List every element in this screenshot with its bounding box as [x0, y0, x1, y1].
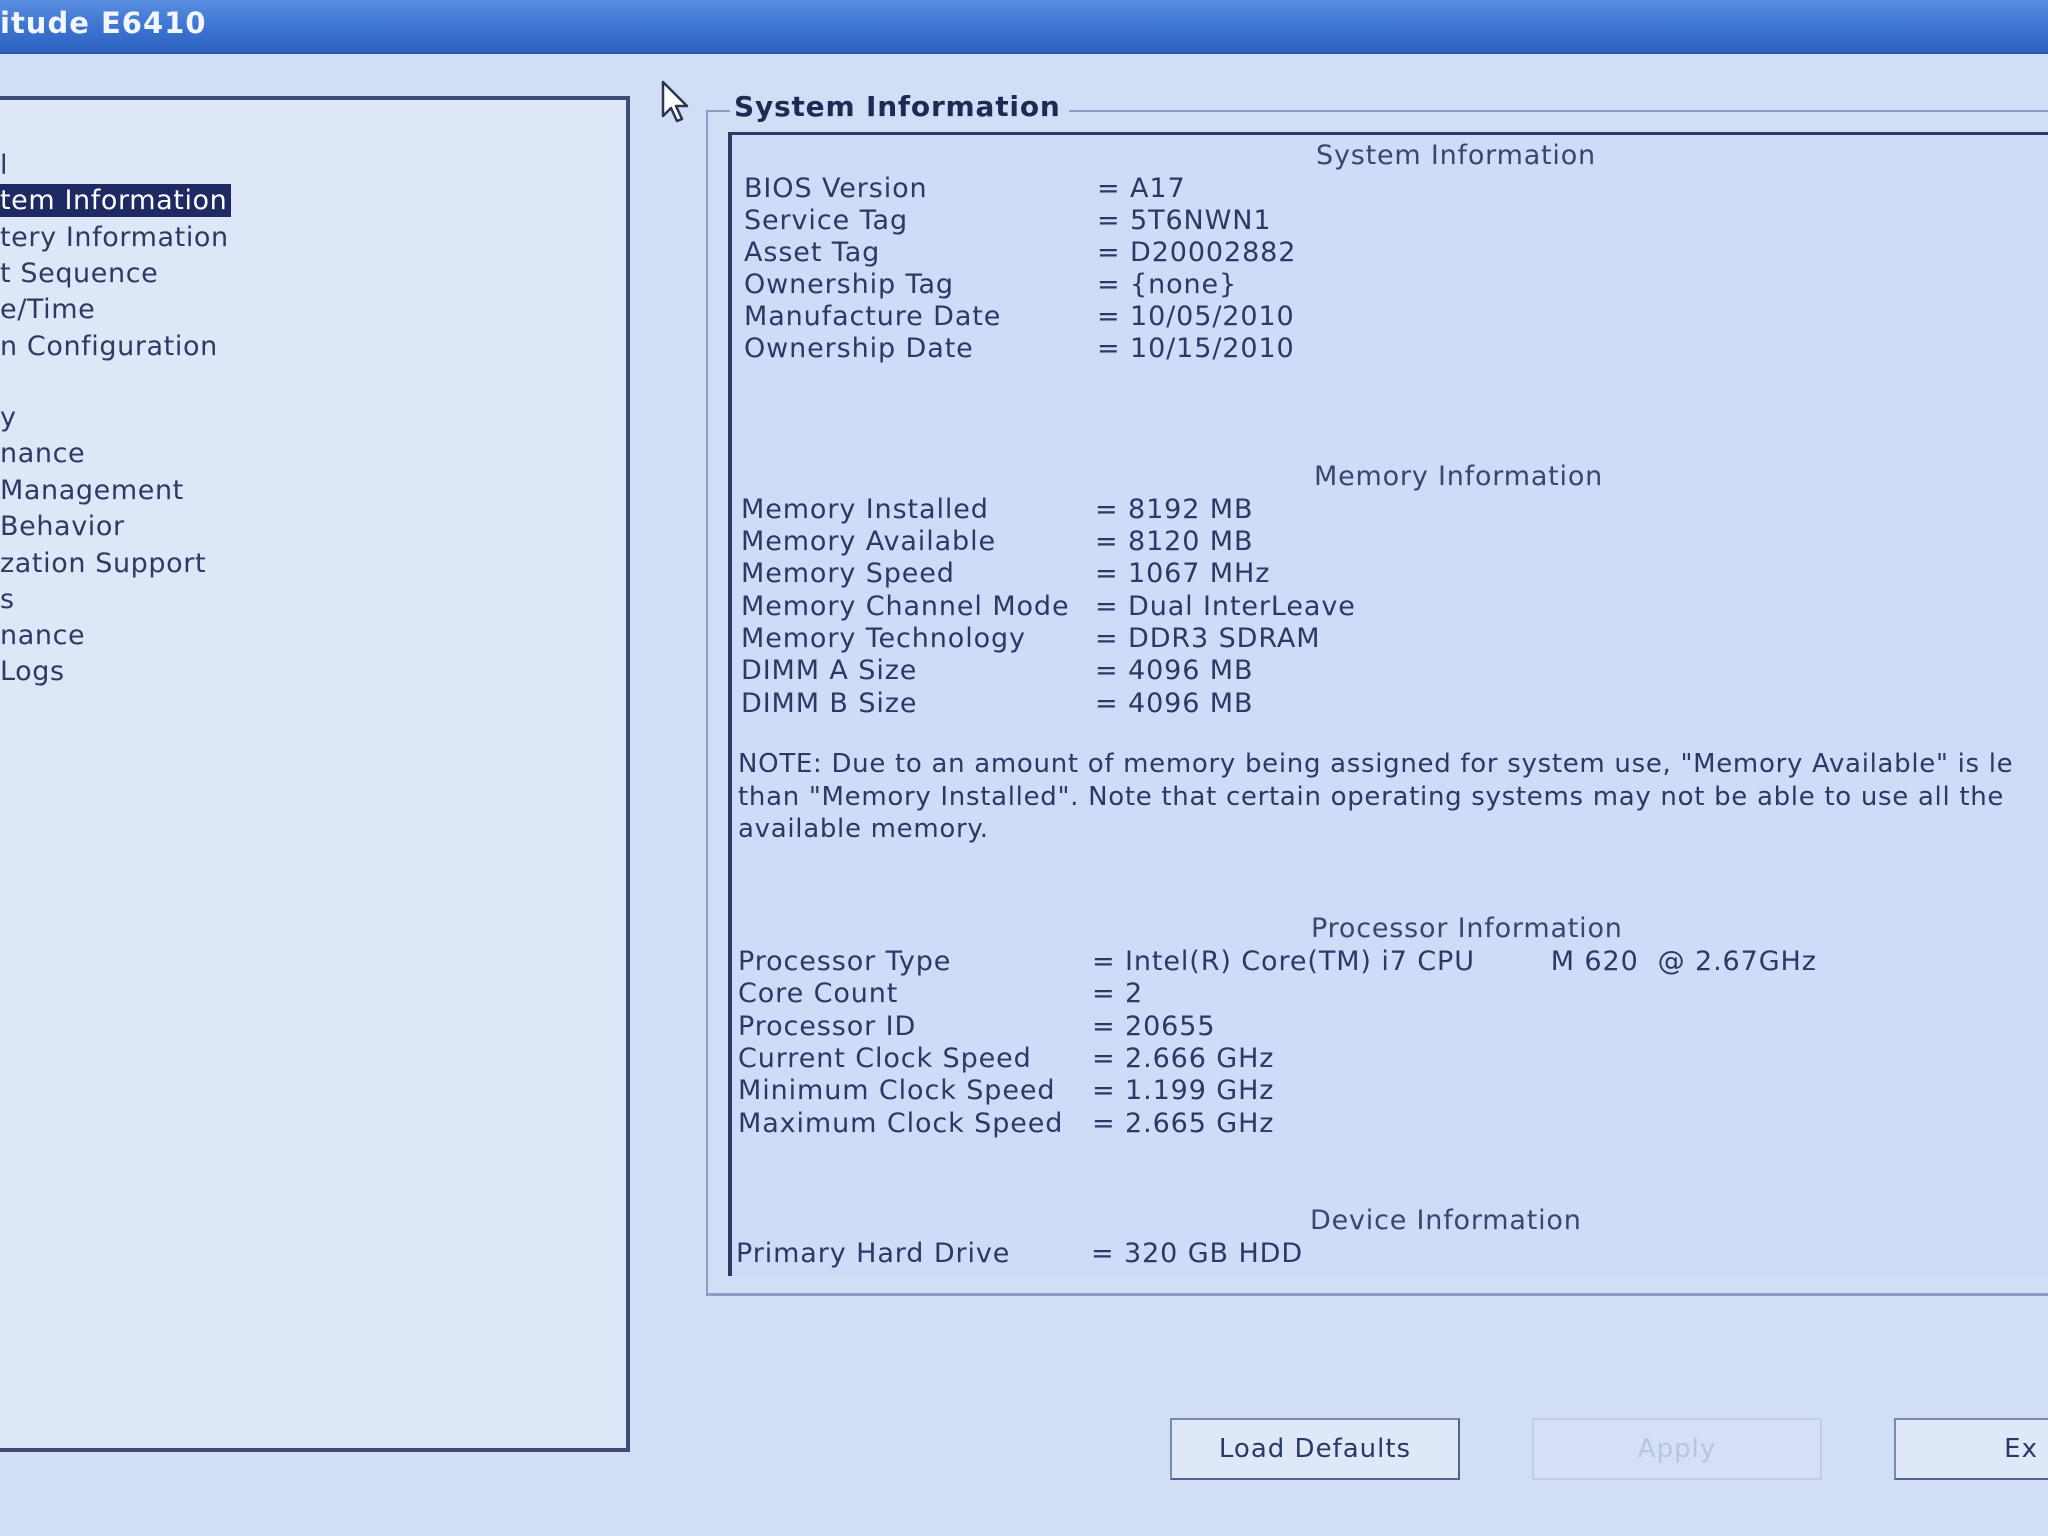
processor-row-value: = Intel(R) Core(TM) i7 CPU M 620 @ 2.67G…	[1092, 946, 1817, 977]
mouse-pointer-icon	[661, 80, 689, 123]
system-row-value: = A17	[1097, 173, 1186, 204]
system-row-label: Ownership Date	[744, 333, 974, 364]
system-row-label: Ownership Tag	[744, 269, 954, 300]
section-heading-memory: Memory Information	[1314, 461, 1604, 492]
section-heading-device: Device Information	[1310, 1205, 1582, 1236]
memory-note: NOTE: Due to an amount of memory being a…	[738, 748, 2048, 846]
device-row-value: = 320 GB HDD	[1091, 1238, 1304, 1269]
processor-row-value: = 20655	[1092, 1011, 1216, 1042]
window-title: itude E6410	[0, 6, 207, 40]
note-line: NOTE: Due to an amount of memory being a…	[738, 749, 2014, 779]
system-row-label: Manufacture Date	[744, 301, 1002, 332]
load-defaults-button[interactable]: Load Defaults	[1170, 1418, 1460, 1480]
processor-row-label: Current Clock Speed	[738, 1043, 1032, 1074]
group-title: System Information	[730, 90, 1069, 123]
processor-row-label: Core Count	[738, 978, 899, 1009]
memory-row-value: = 4096 MB	[1095, 655, 1254, 686]
memory-row-value: = 4096 MB	[1095, 688, 1254, 719]
nav-item[interactable]: s	[0, 583, 15, 616]
nav-item[interactable]: zation Support	[0, 547, 206, 580]
nav-item[interactable]: y	[0, 401, 17, 434]
nav-item[interactable]: nance	[0, 619, 85, 652]
memory-row-value: = 8192 MB	[1095, 494, 1254, 525]
system-row-value: = {none}	[1097, 269, 1238, 300]
nav-item[interactable]: nance	[0, 437, 85, 470]
memory-row-value: = Dual InterLeave	[1095, 591, 1356, 622]
exit-button[interactable]: Ex	[1894, 1418, 2048, 1480]
memory-row-label: Memory Available	[741, 526, 997, 557]
system-row-label: Asset Tag	[744, 237, 881, 268]
nav-item[interactable]: tem Information	[0, 184, 232, 217]
memory-row-value: = DDR3 SDRAM	[1095, 623, 1321, 654]
nav-item[interactable]: l	[0, 149, 8, 182]
section-heading-processor: Processor Information	[1311, 913, 1623, 944]
system-row-value: = D20002882	[1097, 237, 1297, 268]
processor-row-value: = 2.666 GHz	[1092, 1043, 1275, 1074]
system-row-value: = 10/15/2010	[1097, 333, 1295, 364]
processor-row-label: Maximum Clock Speed	[738, 1108, 1064, 1139]
processor-row-value: = 2.665 GHz	[1092, 1108, 1275, 1139]
title-bar: itude E6410	[0, 0, 2048, 54]
memory-row-value: = 1067 MHz	[1095, 558, 1271, 589]
memory-row-label: Memory Speed	[741, 558, 955, 589]
nav-item[interactable]: t Sequence	[0, 257, 158, 290]
memory-row-label: DIMM A Size	[741, 655, 918, 686]
memory-row-label: Memory Technology	[741, 623, 1026, 654]
nav-item[interactable]: e/Time	[0, 293, 95, 326]
system-row-label: Service Tag	[744, 205, 908, 236]
nav-item[interactable]: Management	[0, 474, 184, 507]
memory-row-label: DIMM B Size	[741, 688, 918, 719]
processor-row-label: Minimum Clock Speed	[738, 1075, 1056, 1106]
processor-row-label: Processor Type	[738, 946, 952, 977]
section-heading-system: System Information	[1316, 140, 1596, 171]
system-row-label: BIOS Version	[744, 173, 928, 204]
device-row-label: Primary Hard Drive	[736, 1238, 1011, 1269]
note-line: available memory.	[738, 814, 989, 844]
memory-row-label: Memory Installed	[741, 494, 989, 525]
system-row-value: = 10/05/2010	[1097, 301, 1295, 332]
nav-item[interactable]: tery Information	[0, 221, 229, 254]
note-line: than "Memory Installed". Note that certa…	[738, 781, 2005, 812]
memory-row-label: Memory Channel Mode	[741, 591, 1070, 622]
nav-item[interactable]: Behavior	[0, 510, 125, 543]
processor-row-label: Processor ID	[738, 1011, 917, 1042]
nav-item[interactable]: Logs	[0, 655, 65, 688]
nav-item[interactable]: n Configuration	[0, 330, 218, 363]
apply-button[interactable]: Apply	[1532, 1418, 1822, 1480]
system-row-value: = 5T6NWN1	[1097, 205, 1272, 236]
memory-row-value: = 8120 MB	[1095, 526, 1254, 557]
processor-row-value: = 2	[1092, 978, 1144, 1009]
processor-row-value: = 1.199 GHz	[1092, 1075, 1275, 1106]
